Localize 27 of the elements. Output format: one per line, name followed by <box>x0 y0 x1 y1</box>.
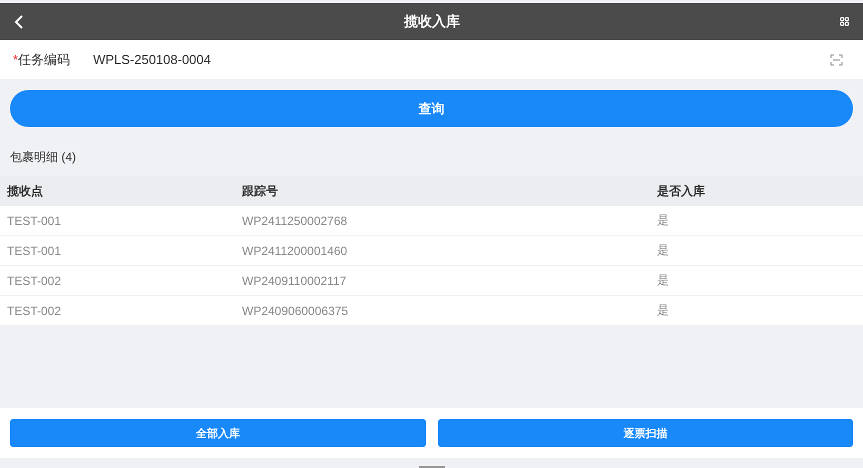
column-header: 揽收点 <box>7 182 44 200</box>
action-button[interactable]: 全部入库 <box>10 419 426 447</box>
table-cell-text: 是 <box>657 272 670 289</box>
column-header: 跟踪号 <box>242 182 279 200</box>
table-cell-text: TEST-001 <box>7 244 62 258</box>
column-header: 是否入库 <box>657 182 706 200</box>
task-code-value[interactable]: WPLS-250108-0004 <box>93 52 830 67</box>
page-title: 揽收入库 <box>404 12 460 30</box>
table-cell-text: WP2411250002768 <box>242 214 348 228</box>
scan-icon[interactable] <box>830 54 843 66</box>
grid-icon[interactable] <box>840 17 849 26</box>
table-cell-text: TEST-002 <box>7 274 62 288</box>
table-cell-text: WP2409060006375 <box>242 304 350 318</box>
table-cell-text: WP2409110002117 <box>242 274 348 288</box>
table-cell-text: 是 <box>657 302 670 319</box>
table-cell-text: WP2411200001460 <box>242 244 348 258</box>
query-button[interactable]: 查询 <box>10 90 853 127</box>
table-cell-text: 是 <box>657 212 670 229</box>
table-cell-text: TEST-001 <box>7 214 62 228</box>
action-button[interactable]: 逐票扫描 <box>438 419 853 447</box>
table-cell-text: TEST-002 <box>7 304 62 318</box>
field-label: 任务编码 <box>18 50 72 68</box>
back-icon[interactable] <box>14 14 24 28</box>
home-indicator <box>418 466 444 468</box>
table-cell-text: 是 <box>657 242 670 259</box>
required-mark: * <box>13 52 18 67</box>
section-title: 包裹明细 (4) <box>9 149 77 166</box>
